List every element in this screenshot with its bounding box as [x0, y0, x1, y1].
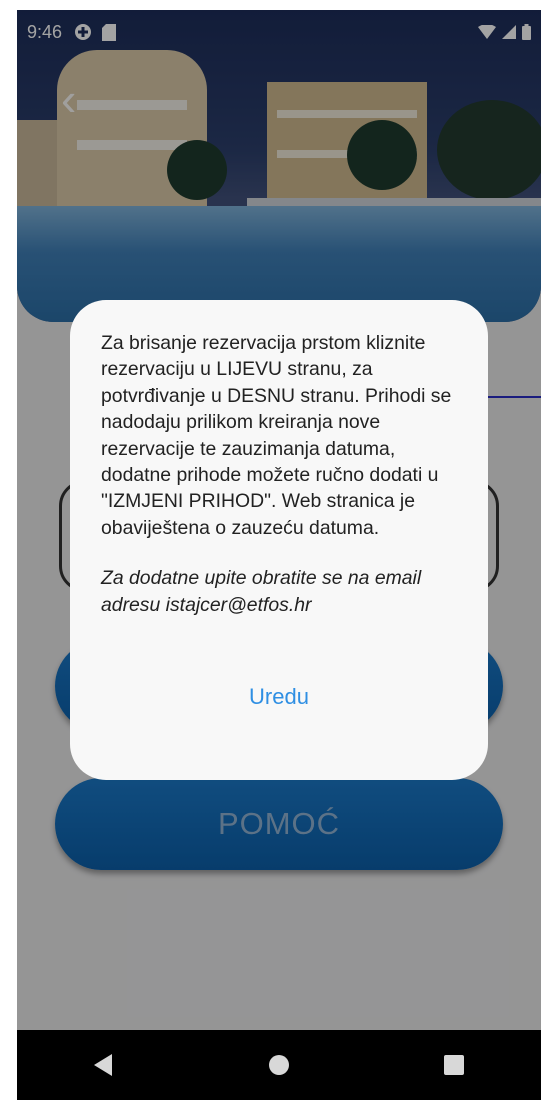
ok-button[interactable]: Uredu	[70, 684, 488, 710]
phone-frame: ‹ 9:46 POMOĆ Za brisanje rezervacija prs…	[17, 10, 541, 1100]
nav-recents-icon	[443, 1055, 464, 1075]
nav-back-icon	[94, 1054, 113, 1076]
dialog-contact-text: Za dodatne upite obratite se na email ad…	[101, 567, 422, 616]
dialog-message: Za brisanje rezervacija prstom kliznite …	[101, 332, 452, 539]
android-nav-bar	[17, 1030, 541, 1100]
nav-recents-button[interactable]	[424, 1040, 484, 1090]
help-dialog: Za brisanje rezervacija prstom kliznite …	[70, 300, 488, 780]
nav-home-icon	[268, 1055, 289, 1075]
nav-back-button[interactable]	[74, 1040, 134, 1090]
app-screen: ‹ 9:46 POMOĆ Za brisanje rezervacija prs…	[17, 10, 541, 1030]
nav-home-button[interactable]	[249, 1040, 309, 1090]
